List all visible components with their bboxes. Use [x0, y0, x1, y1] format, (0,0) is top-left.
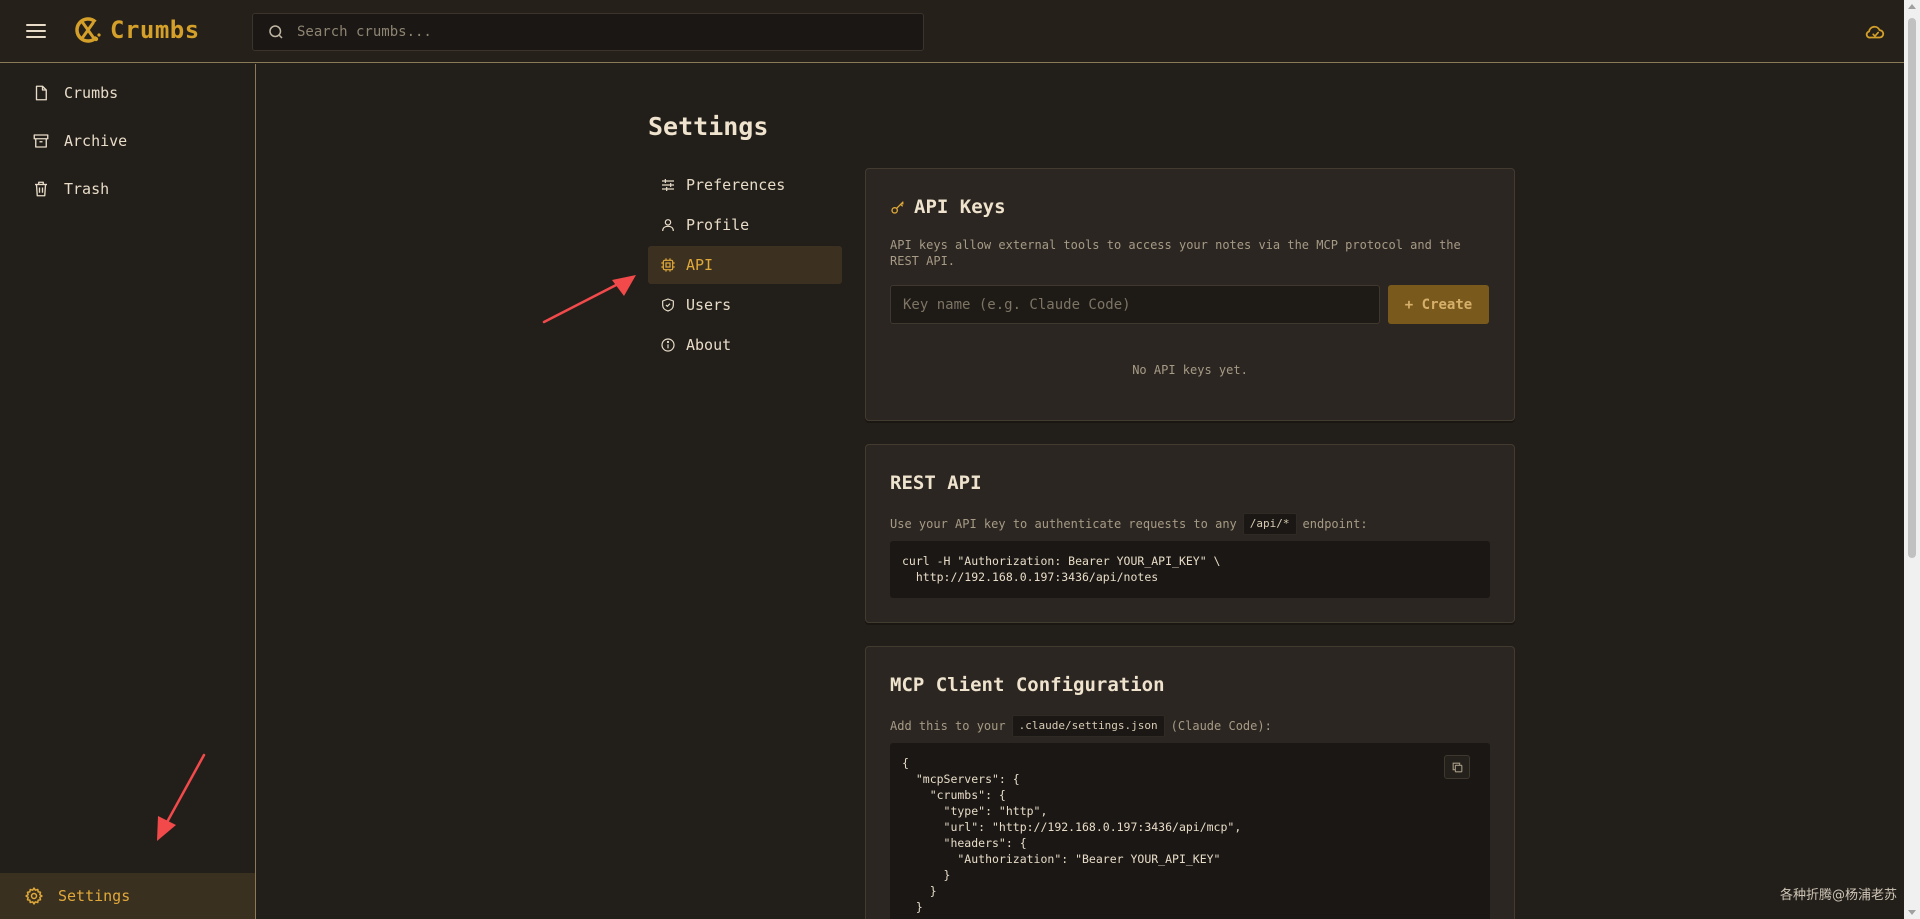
cloud-sync-icon[interactable] [1864, 21, 1886, 43]
mcp-code-block: { "mcpServers": { "crumbs": { "type": "h… [890, 743, 1490, 919]
trash-icon [35, 181, 47, 197]
api-keys-card: API Keys API keys allow external tools t… [865, 168, 1515, 421]
sidebar-item-settings[interactable]: Settings [0, 873, 255, 919]
sidebar: Crumbs Archive Trash Settings [0, 64, 256, 919]
sidebar-item-trash[interactable]: Trash [32, 180, 109, 198]
tab-label: API [686, 256, 714, 274]
search-input[interactable] [297, 24, 897, 40]
mcp-desc-text: Add this to your [890, 719, 1006, 733]
endpoint-code: /api/* [1242, 513, 1297, 535]
mcp-title: MCP Client Configuration [890, 674, 1165, 696]
tab-profile[interactable]: Profile [648, 206, 842, 244]
tab-api[interactable]: API [648, 246, 842, 284]
api-keys-heading: API Keys [890, 196, 1006, 218]
tab-label: Users [686, 296, 732, 314]
settings-nav: Preferences Profile API Users About [648, 166, 842, 366]
tab-label: Profile [686, 216, 750, 234]
rest-api-description: Use your API key to authenticate request… [890, 513, 1368, 535]
api-keys-description: API keys allow external tools to access … [890, 238, 1461, 268]
search-icon [269, 25, 283, 39]
app-logo[interactable]: Crumbs [72, 14, 200, 46]
sidebar-item-label: Crumbs [64, 84, 119, 102]
tab-about[interactable]: About [648, 326, 842, 364]
shield-icon [662, 298, 674, 312]
key-icon [891, 201, 904, 214]
tab-users[interactable]: Users [648, 286, 842, 324]
sidebar-item-label: Archive [64, 132, 128, 150]
empty-state-text: No API keys yet. [1132, 363, 1248, 377]
scroll-up-icon[interactable] [1908, 4, 1916, 9]
tab-label: Preferences [686, 176, 786, 194]
watermark-text: 各种折腾@杨浦老苏 [1780, 888, 1898, 903]
archive-icon [33, 134, 49, 148]
rest-api-desc-text: endpoint: [1302, 517, 1368, 531]
copy-button[interactable] [1444, 755, 1470, 779]
app-name: Crumbs [110, 16, 200, 44]
scroll-down-icon[interactable] [1908, 910, 1916, 915]
curl-code-block: curl -H "Authorization: Bearer YOUR_API_… [890, 541, 1490, 598]
mcp-description: Add this to your .claude/settings.json (… [890, 715, 1272, 737]
sidebar-item-label: Trash [64, 180, 110, 198]
sidebar-item-archive[interactable]: Archive [32, 132, 127, 150]
sliders-icon [662, 179, 674, 191]
page-title: Settings [648, 112, 769, 141]
create-key-button[interactable]: + Create [1388, 285, 1489, 324]
menu-icon[interactable] [24, 20, 48, 42]
tab-preferences[interactable]: Preferences [648, 166, 842, 204]
search-bar[interactable] [252, 13, 924, 51]
rest-api-title: REST API [890, 472, 982, 494]
mcp-config-card: MCP Client Configuration Add this to you… [865, 646, 1515, 919]
gear-icon [25, 887, 43, 905]
annotation-arrow-icon [542, 275, 636, 324]
sidebar-item-crumbs[interactable]: Crumbs [32, 84, 118, 102]
info-icon [661, 338, 675, 352]
user-icon [662, 219, 674, 232]
copy-icon [1452, 762, 1462, 772]
rest-api-card: REST API Use your API key to authenticat… [865, 444, 1515, 623]
mcp-desc-text: (Claude Code): [1170, 719, 1272, 733]
tab-label: About [686, 336, 732, 354]
sidebar-settings-label: Settings [58, 887, 131, 905]
settings-path-code: .claude/settings.json [1011, 715, 1165, 737]
crumbs-logo-icon [75, 17, 101, 43]
page-scrollbar[interactable] [1904, 0, 1920, 919]
api-keys-title: API Keys [914, 196, 1006, 218]
chip-icon [661, 258, 675, 272]
file-icon [35, 85, 47, 101]
scrollbar-thumb[interactable] [1908, 18, 1916, 558]
rest-api-desc-text: Use your API key to authenticate request… [890, 517, 1237, 531]
key-name-input[interactable] [890, 285, 1380, 324]
top-bar: Crumbs [0, 0, 1904, 63]
mcp-code-container: { "mcpServers": { "crumbs": { "type": "h… [890, 743, 1490, 919]
